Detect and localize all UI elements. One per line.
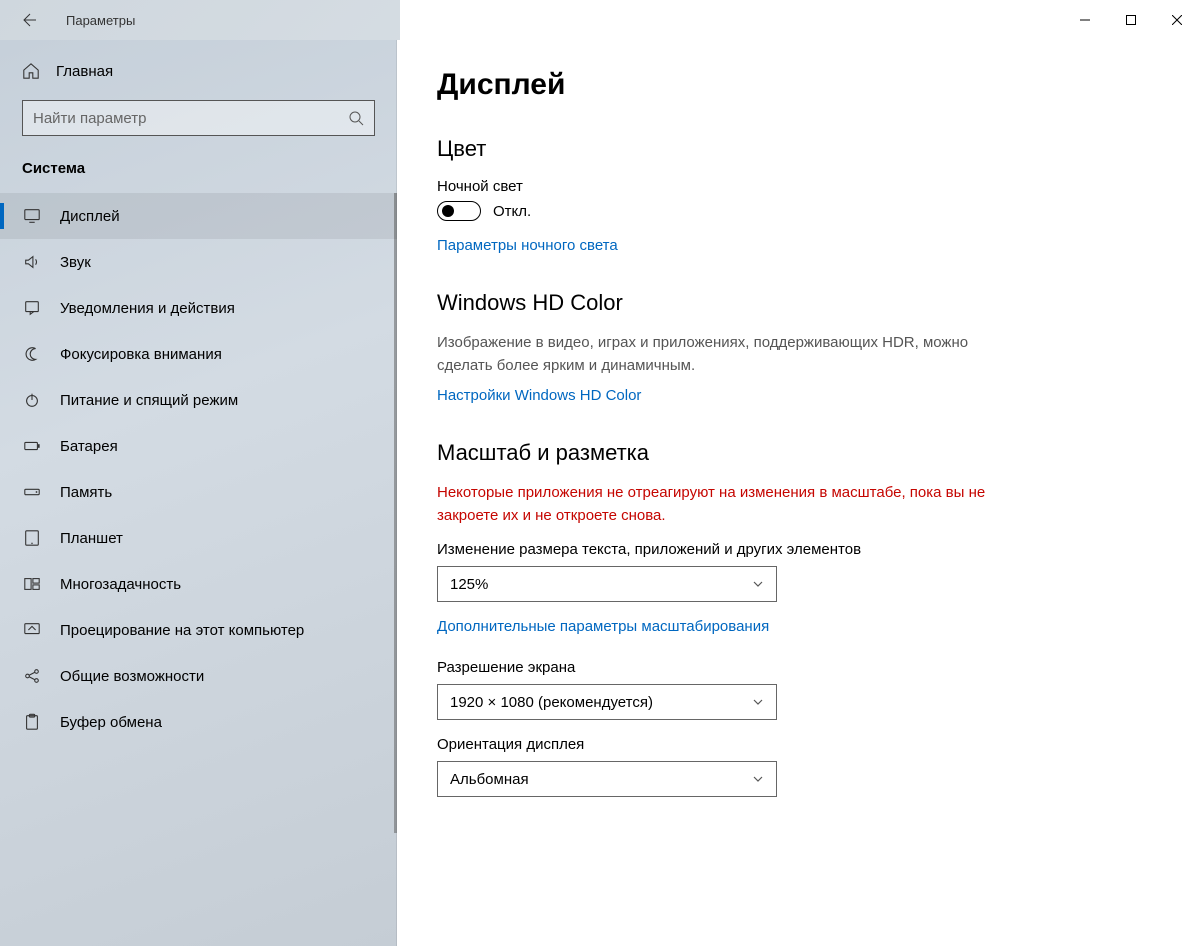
orientation-label: Ориентация дисплея [437,736,1160,753]
home-icon [22,62,40,80]
orientation-select[interactable]: Альбомная [437,761,777,797]
chevron-down-icon [752,578,764,590]
sidebar-item-clipboard[interactable]: Буфер обмена [0,699,397,745]
sidebar-item-shared[interactable]: Общие возможности [0,653,397,699]
scale-label: Изменение размера текста, приложений и д… [437,541,1160,558]
project-icon [22,621,42,639]
sidebar-item-battery[interactable]: Батарея [0,423,397,469]
shared-icon [22,667,42,685]
night-light-toggle[interactable] [437,201,481,221]
maximize-button[interactable] [1108,0,1154,40]
page-title: Дисплей [437,68,1160,102]
sound-icon [22,253,42,271]
clipboard-icon [22,713,42,731]
minimize-icon [1080,15,1090,25]
arrow-left-icon [20,12,36,28]
maximize-icon [1126,15,1136,25]
sidebar-item-label: Общие возможности [60,668,204,685]
notifications-icon [22,299,42,317]
chevron-down-icon [752,773,764,785]
hdcolor-section: Windows HD Color Изображение в видео, иг… [437,290,1160,404]
scale-heading: Масштаб и разметка [437,440,1160,466]
sidebar-item-label: Батарея [60,438,118,455]
search-input[interactable] [33,110,348,127]
sidebar-item-label: Проецирование на этот компьютер [60,622,304,639]
window-title: Параметры [66,13,135,28]
hdcolor-desc: Изображение в видео, играх и приложениях… [437,332,997,377]
tablet-icon [22,529,42,547]
scale-warning: Некоторые приложения не отреагируют на и… [437,482,997,527]
title-bar: Параметры [0,0,1200,40]
sidebar-item-notifications[interactable]: Уведомления и действия [0,285,397,331]
hdcolor-heading: Windows HD Color [437,290,1160,316]
night-light-state: Откл. [493,203,531,220]
display-icon [22,207,42,225]
sidebar-item-label: Фокусировка внимания [60,346,222,363]
color-section: Цвет Ночной свет Откл. Параметры ночного… [437,136,1160,254]
sidebar-item-label: Многозадачность [60,576,181,593]
search-box[interactable] [22,100,375,136]
nav-list: Дисплей Звук Уведомления и действия Фоку… [0,193,397,946]
sidebar-item-label: Планшет [60,530,123,547]
advanced-scale-link[interactable]: Дополнительные параметры масштабирования [437,618,769,635]
sidebar-item-tablet[interactable]: Планшет [0,515,397,561]
sidebar-item-sound[interactable]: Звук [0,239,397,285]
resolution-label: Разрешение экрана [437,659,1160,676]
sidebar-item-label: Дисплей [60,208,120,225]
sidebar-item-power[interactable]: Питание и спящий режим [0,377,397,423]
multitask-icon [22,575,42,593]
sidebar-item-label: Питание и спящий режим [60,392,238,409]
close-button[interactable] [1154,0,1200,40]
scale-section: Масштаб и разметка Некоторые приложения … [437,440,1160,797]
sidebar-item-multitask[interactable]: Многозадачность [0,561,397,607]
home-link[interactable]: Главная [0,40,397,100]
night-light-label: Ночной свет [437,178,1160,195]
hdcolor-link[interactable]: Настройки Windows HD Color [437,387,641,404]
toggle-knob-icon [442,205,454,217]
color-heading: Цвет [437,136,1160,162]
sidebar-item-display[interactable]: Дисплей [0,193,397,239]
sidebar-item-label: Уведомления и действия [60,300,235,317]
resolution-value: 1920 × 1080 (рекомендуется) [450,694,653,711]
battery-icon [22,437,42,455]
chevron-down-icon [752,696,764,708]
main-panel: Дисплей Цвет Ночной свет Откл. Параметры… [397,40,1200,946]
power-icon [22,391,42,409]
home-label: Главная [56,63,113,80]
focus-icon [22,345,42,363]
sidebar-item-storage[interactable]: Память [0,469,397,515]
sidebar: Главная Система Дисплей [0,40,397,946]
sidebar-item-focus[interactable]: Фокусировка внимания [0,331,397,377]
back-button[interactable] [10,12,46,28]
sidebar-item-project[interactable]: Проецирование на этот компьютер [0,607,397,653]
search-icon [348,110,364,126]
resolution-select[interactable]: 1920 × 1080 (рекомендуется) [437,684,777,720]
sidebar-item-label: Звук [60,254,91,271]
minimize-button[interactable] [1062,0,1108,40]
close-icon [1172,15,1182,25]
sidebar-item-label: Буфер обмена [60,714,162,731]
category-header: Система [0,156,397,193]
night-light-settings-link[interactable]: Параметры ночного света [437,237,618,254]
orientation-value: Альбомная [450,771,529,788]
sidebar-item-label: Память [60,484,112,501]
storage-icon [22,483,42,501]
scale-select[interactable]: 125% [437,566,777,602]
scale-value: 125% [450,576,488,593]
